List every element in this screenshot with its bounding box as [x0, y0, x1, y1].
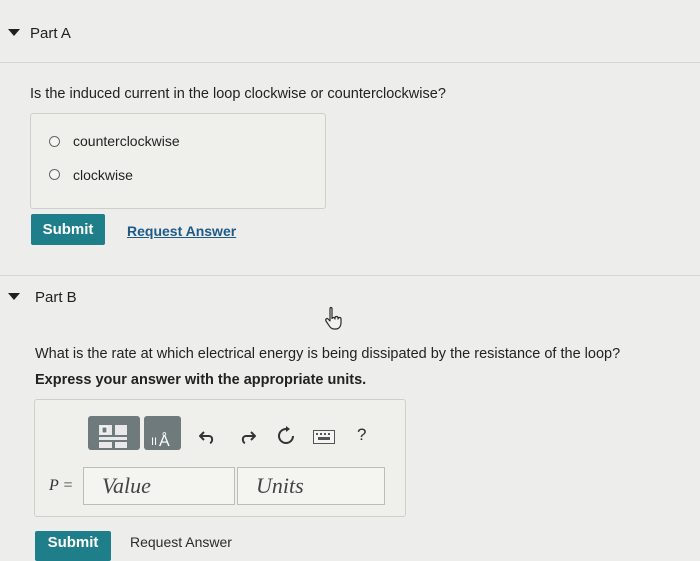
options-box	[30, 113, 326, 209]
part-a-question: Is the induced current in the loop clock…	[30, 86, 446, 102]
part-b-instruction: Express your answer with the appropriate…	[35, 372, 367, 388]
units-button[interactable]: II Å	[144, 416, 181, 450]
keyboard-icon[interactable]	[313, 430, 335, 444]
radio-counterclockwise[interactable]	[49, 136, 60, 147]
part-b-title[interactable]: Part B	[35, 289, 77, 306]
redo-icon[interactable]	[240, 428, 256, 444]
part-b-request-answer-link[interactable]: Request Answer	[130, 534, 232, 550]
templates-button[interactable]	[88, 416, 140, 450]
variable-label: P =	[49, 477, 74, 494]
undo-icon[interactable]	[199, 428, 215, 444]
units-icon: II Å	[151, 431, 170, 450]
hand-cursor-icon	[325, 306, 342, 330]
units-input[interactable]: Units	[237, 467, 385, 505]
part-b-question: What is the rate at which electrical ene…	[35, 346, 621, 362]
divider	[0, 62, 700, 63]
part-b-submit-button[interactable]: Submit	[35, 531, 111, 561]
part-b-collapse-icon[interactable]	[8, 293, 20, 300]
part-a-collapse-icon[interactable]	[8, 29, 20, 36]
part-a-request-answer-link[interactable]: Request Answer	[127, 223, 236, 239]
svg-text:Å: Å	[159, 431, 170, 450]
part-a-title[interactable]: Part A	[30, 25, 71, 42]
part-a-submit-button[interactable]: Submit	[31, 214, 105, 245]
templates-icon	[99, 425, 127, 448]
option-counterclockwise-label[interactable]: counterclockwise	[73, 133, 180, 149]
help-icon[interactable]: ?	[357, 425, 366, 445]
value-input[interactable]: Value	[83, 467, 235, 505]
reset-icon[interactable]	[276, 426, 296, 446]
option-clockwise-label[interactable]: clockwise	[73, 167, 133, 183]
divider	[0, 275, 700, 276]
svg-text:II: II	[151, 436, 157, 448]
radio-clockwise[interactable]	[49, 169, 60, 180]
